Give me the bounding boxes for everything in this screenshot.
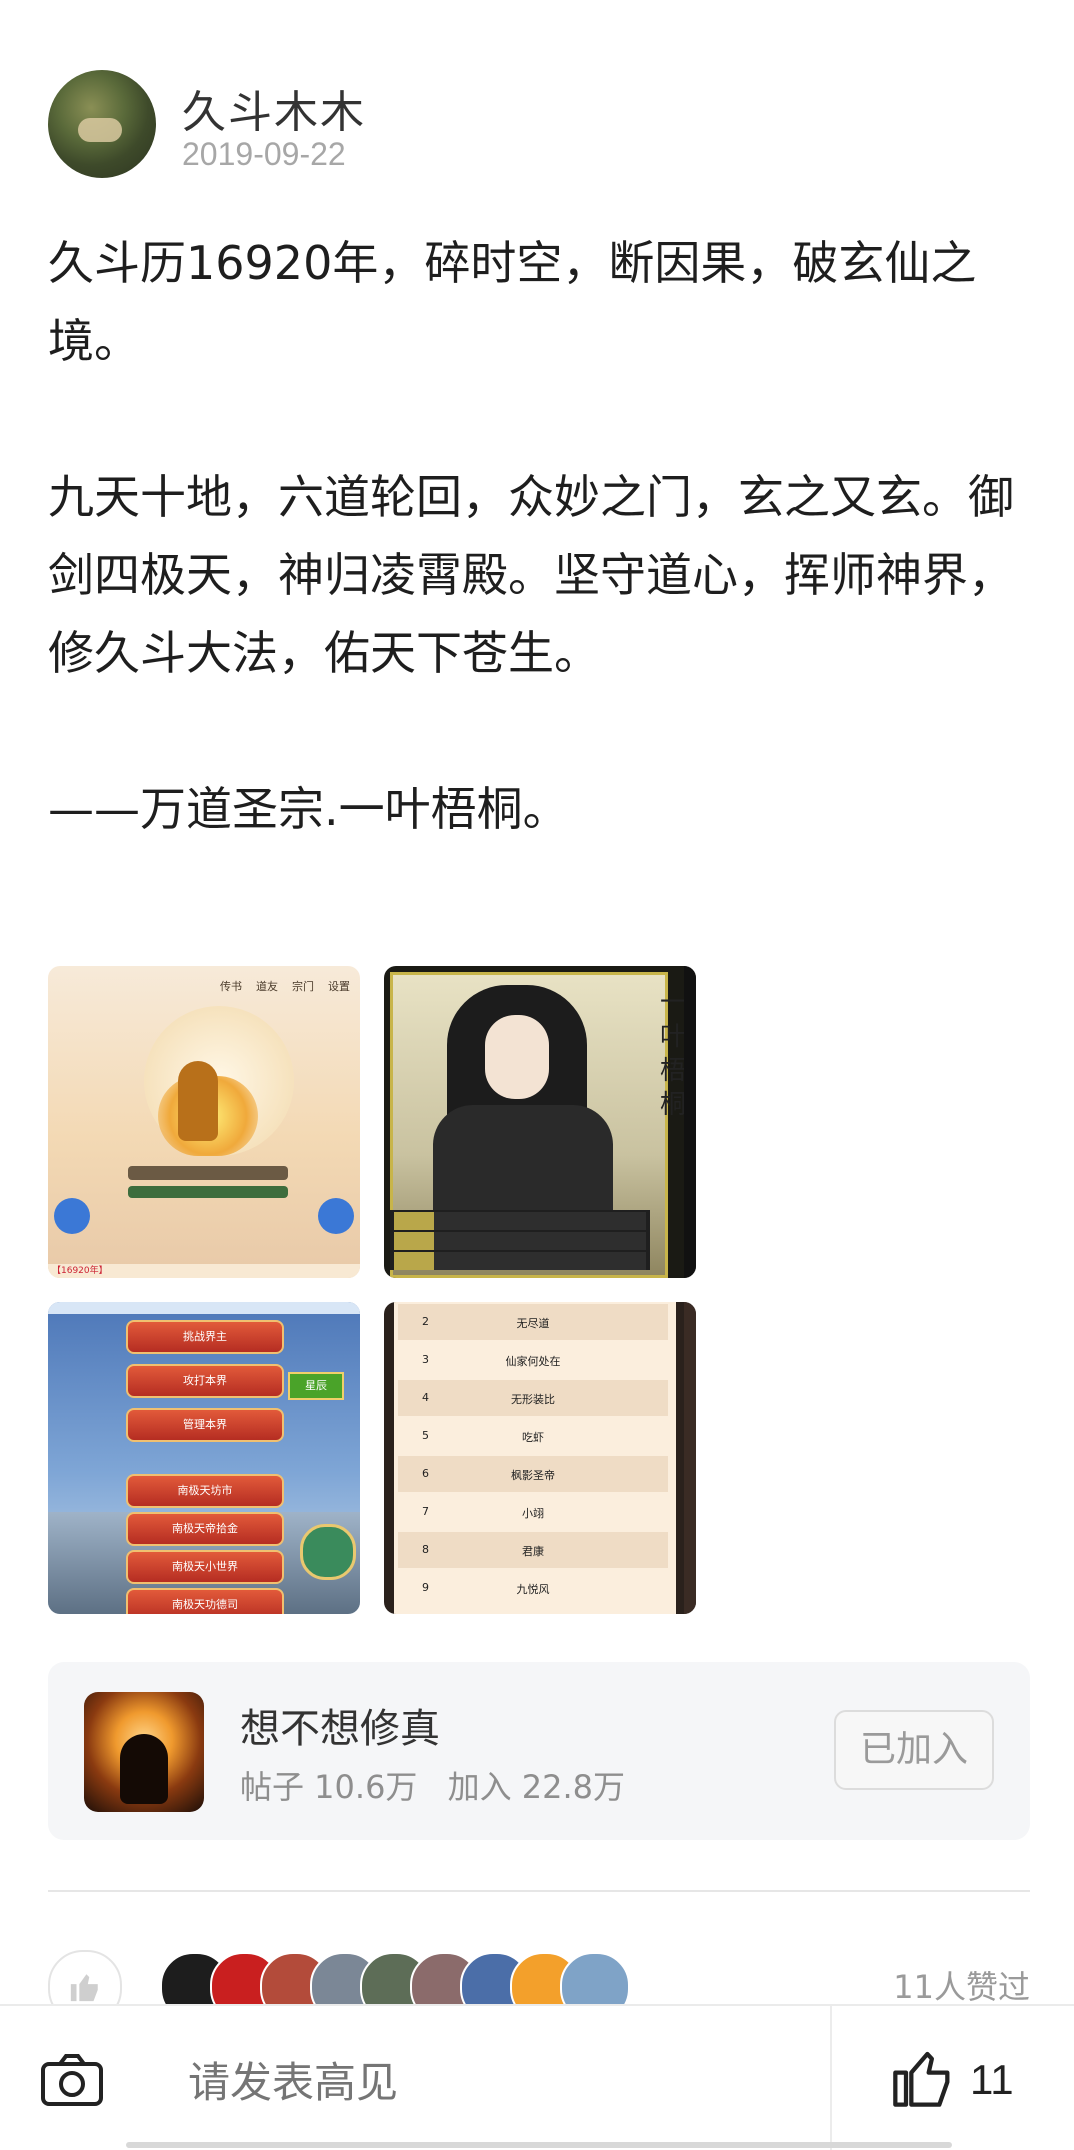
ranking-row: 6 枫影圣帝 — [398, 1456, 668, 1492]
forum-stats: 帖子 10.6万 加入 22.8万 — [240, 1762, 645, 1808]
game-menu: 传书 道友 宗门 设置 — [220, 978, 350, 1008]
thumbs-up-icon — [893, 2051, 950, 2107]
post-paragraph: 九天十地，六道轮回，众妙之门，玄之又玄。御剑四极天，神归凌霄殿。坚守道心，挥师神… — [48, 470, 1014, 680]
post-date: 2019-09-22 — [182, 136, 346, 172]
likes-count[interactable]: 11人赞过 — [893, 1962, 1030, 2008]
divider — [48, 1890, 1030, 1892]
joined-button[interactable]: 已加入 — [834, 1710, 994, 1790]
menu-item: 道友 — [256, 980, 278, 993]
post-image-1[interactable]: 传书 道友 宗门 设置 【16920年】 — [48, 966, 360, 1278]
comment-input[interactable] — [186, 2046, 790, 2118]
game-button: 南极天小世界 — [126, 1550, 284, 1584]
likes-row: 11人赞过 — [48, 1950, 1030, 2024]
scroll-indicator — [126, 2142, 952, 2148]
ranking-row: 2 无尽道 — [398, 1304, 668, 1340]
game-button: 挑战界主 — [126, 1320, 284, 1354]
forum-posts-count: 帖子 10.6万 — [240, 1768, 418, 1806]
menu-item: 传书 — [220, 980, 242, 993]
camera-icon[interactable] — [40, 2052, 104, 2108]
game-side-button: 星辰 — [288, 1372, 344, 1400]
forum-name: 想不想修真 — [240, 1706, 440, 1752]
ranking-row: 4 无形装比 — [398, 1380, 668, 1416]
post-image-2[interactable]: 一叶梧桐 — [384, 966, 696, 1278]
game-button: 管理本界 — [126, 1408, 284, 1442]
game-button: 南极天帝拾金 — [126, 1512, 284, 1546]
menu-item: 设置 — [328, 980, 350, 993]
bottom-bar: 11 — [0, 2004, 1074, 2150]
like-button[interactable]: 11 — [890, 2046, 1050, 2116]
author-name[interactable]: 久斗木木 — [182, 76, 366, 140]
ranking-row: 9 九悦风 — [422, 1581, 550, 1596]
forum-card[interactable]: 想不想修真 帖子 10.6万 加入 22.8万 已加入 — [48, 1662, 1030, 1840]
like-count: 11 — [970, 2056, 1014, 2103]
post-content: 久斗历16920年，碎时空，断因果，破玄仙之境。 九天十地，六道轮回，众妙之门，… — [48, 224, 1028, 848]
post-image-4[interactable]: 2 无尽道 3 仙家何处在 4 无形装比 5 吃虾 6 枫影圣帝 7 小翊 8 … — [384, 1302, 696, 1614]
forum-icon — [84, 1692, 204, 1812]
forum-members-count: 加入 22.8万 — [447, 1768, 626, 1806]
liker-avatars[interactable] — [160, 1952, 820, 2022]
post-signature: ——万道圣宗.一叶梧桐。 — [48, 782, 569, 836]
menu-item: 宗门 — [292, 980, 314, 993]
ranking-row: 3 仙家何处在 — [422, 1353, 561, 1368]
post-image-3[interactable]: 挑战界主 攻打本界 星辰 管理本界 南极天坊市 南极天帝拾金 南极天小世界 南极… — [48, 1302, 360, 1614]
author-avatar[interactable] — [48, 70, 156, 178]
ranking-row: 7 小翊 — [422, 1505, 544, 1520]
post-image-grid: 传书 道友 宗门 设置 【16920年】 一叶梧桐 挑战界主 攻打本界 星辰 管… — [48, 966, 698, 1614]
game-button: 南极天功德司 — [126, 1588, 284, 1614]
post-header: 久斗木木 2019-09-22 — [48, 70, 1028, 180]
ranking-row: 5 吃虾 — [422, 1429, 544, 1444]
game-button: 攻打本界 — [126, 1364, 284, 1398]
post-paragraph: 久斗历16920年，碎时空，断因果，破玄仙之境。 — [48, 236, 977, 368]
meditating-figure — [178, 1061, 218, 1141]
ranking-row: 8 君康 — [398, 1532, 668, 1568]
game-button: 南极天坊市 — [126, 1474, 284, 1508]
